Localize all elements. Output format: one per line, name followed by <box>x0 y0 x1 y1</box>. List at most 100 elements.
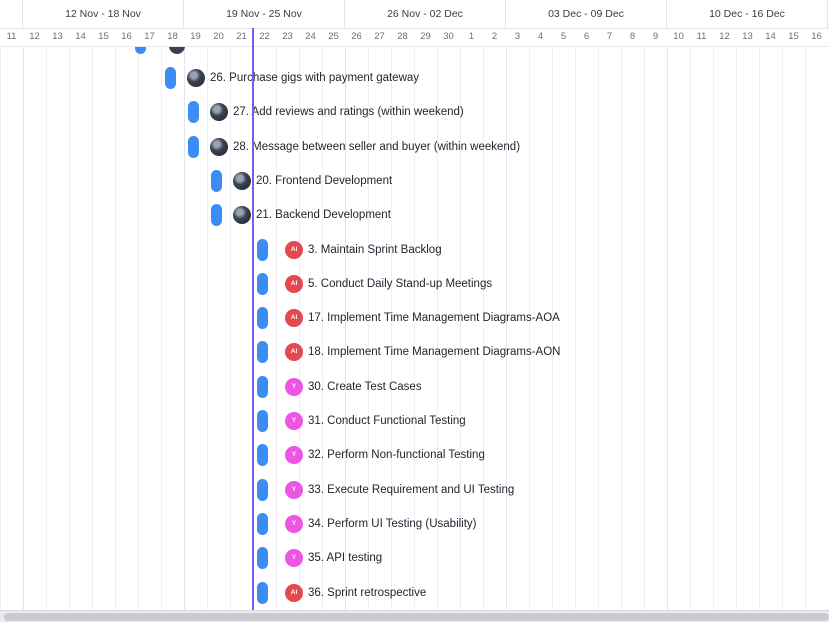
task-row: AI 3. Maintain Sprint Backlog <box>0 239 829 261</box>
assignee-avatar <box>210 138 228 156</box>
day-header: 1 <box>468 31 475 42</box>
task-label[interactable]: 28. Message between seller and buyer (wi… <box>233 136 520 158</box>
day-header: 27 <box>374 31 385 42</box>
task-bar[interactable] <box>257 444 268 466</box>
task-bar[interactable] <box>257 547 268 569</box>
task-row: Y 35. API testing <box>0 547 829 569</box>
task-label[interactable]: 30. Create Test Cases <box>308 376 422 398</box>
day-header: 11 <box>696 31 707 42</box>
week-header: 19 Nov - 25 Nov <box>184 0 345 28</box>
week-row: 12 Nov - 18 Nov 19 Nov - 25 Nov 26 Nov - 0… <box>0 0 829 29</box>
task-row: Y 32. Perform Non-functional Testing <box>0 444 829 466</box>
task-bar[interactable] <box>211 204 222 226</box>
task-label[interactable]: 3. Maintain Sprint Backlog <box>308 239 442 261</box>
task-bar[interactable] <box>257 513 268 535</box>
task-bar[interactable] <box>165 67 176 89</box>
day-header: 30 <box>443 31 454 42</box>
assignee-avatar: AI <box>285 275 303 293</box>
day-header: 21 <box>236 31 247 42</box>
task-bar[interactable] <box>257 239 268 261</box>
day-header: 17 <box>144 31 155 42</box>
assignee-avatar: AI <box>285 584 303 602</box>
day-header: 22 <box>259 31 270 42</box>
assignee-avatar <box>233 172 251 190</box>
task-label[interactable]: 34. Perform UI Testing (Usability) <box>308 513 477 535</box>
task-label[interactable]: 26. Purchase gigs with payment gateway <box>210 67 419 89</box>
task-label[interactable]: 36. Sprint retrospective <box>308 582 426 604</box>
day-header: 14 <box>765 31 776 42</box>
task-row: 21. Backend Development <box>0 204 829 226</box>
task-rows: 26. Purchase gigs with payment gateway 27… <box>0 0 829 622</box>
task-label[interactable]: 35. API testing <box>308 547 382 569</box>
day-header: 25 <box>328 31 339 42</box>
task-row: Y 30. Create Test Cases <box>0 376 829 398</box>
task-row: AI 18. Implement Time Management Diagrams… <box>0 341 829 363</box>
task-bar[interactable] <box>257 307 268 329</box>
day-header: 7 <box>606 31 613 42</box>
day-header: 24 <box>305 31 316 42</box>
day-header: 12 <box>29 31 40 42</box>
assignee-avatar <box>210 103 228 121</box>
week-header: 10 Dec - 16 Dec <box>667 0 828 28</box>
assignee-avatar: AI <box>285 343 303 361</box>
day-header: 13 <box>52 31 63 42</box>
assignee-avatar: AI <box>285 241 303 259</box>
task-bar[interactable] <box>188 136 199 158</box>
day-header: 6 <box>583 31 590 42</box>
day-header: 15 <box>788 31 799 42</box>
scrollbar-thumb[interactable] <box>4 613 829 621</box>
assignee-avatar: Y <box>285 515 303 533</box>
assignee-avatar: Y <box>285 481 303 499</box>
day-header: 11 <box>6 31 17 42</box>
task-bar[interactable] <box>257 479 268 501</box>
gantt-chart: 12 Nov - 18 Nov 19 Nov - 25 Nov 26 Nov - 0… <box>0 0 829 622</box>
task-bar[interactable] <box>135 46 146 54</box>
task-label[interactable]: 18. Implement Time Management Diagrams-A… <box>308 341 560 363</box>
day-header: 16 <box>811 31 822 42</box>
task-label[interactable]: 5. Conduct Daily Stand-up Meetings <box>308 273 492 295</box>
assignee-avatar <box>187 69 205 87</box>
task-bar[interactable] <box>188 101 199 123</box>
day-header: 18 <box>167 31 178 42</box>
day-header: 15 <box>98 31 109 42</box>
task-bar[interactable] <box>257 273 268 295</box>
task-bar[interactable] <box>211 170 222 192</box>
task-row: AI 17. Implement Time Management Diagrams… <box>0 307 829 329</box>
day-header: 26 <box>351 31 362 42</box>
horizontal-scrollbar[interactable] <box>0 610 829 622</box>
day-header: 2 <box>491 31 498 42</box>
day-header: 13 <box>742 31 753 42</box>
task-bar[interactable] <box>257 582 268 604</box>
task-label[interactable]: 32. Perform Non-functional Testing <box>308 444 485 466</box>
assignee-avatar: Y <box>285 446 303 464</box>
task-label[interactable]: 33. Execute Requirement and UI Testing <box>308 479 514 501</box>
assignee-avatar: AI <box>285 309 303 327</box>
task-bar[interactable] <box>257 376 268 398</box>
task-label[interactable]: 27. Add reviews and ratings (within week… <box>233 101 464 123</box>
task-label[interactable]: 31. Conduct Functional Testing <box>308 410 466 432</box>
day-header: 12 <box>719 31 730 42</box>
task-label[interactable]: 20. Frontend Development <box>256 170 392 192</box>
today-marker <box>252 28 254 610</box>
day-header: 16 <box>121 31 132 42</box>
task-row: 20. Frontend Development <box>0 170 829 192</box>
week-header: 12 Nov - 18 Nov <box>23 0 184 28</box>
day-header: 4 <box>537 31 544 42</box>
task-bar[interactable] <box>257 341 268 363</box>
task-row: 26. Purchase gigs with payment gateway <box>0 67 829 89</box>
week-header: 26 Nov - 02 Dec <box>345 0 506 28</box>
task-row: AI 5. Conduct Daily Stand-up Meetings <box>0 273 829 295</box>
task-label[interactable]: 17. Implement Time Management Diagrams-A… <box>308 307 560 329</box>
week-header: 03 Dec - 09 Dec <box>506 0 667 28</box>
day-header: 8 <box>629 31 636 42</box>
day-header: 23 <box>282 31 293 42</box>
task-bar[interactable] <box>257 410 268 432</box>
day-header: 9 <box>652 31 659 42</box>
task-label[interactable]: 21. Backend Development <box>256 204 391 226</box>
day-row: 11 12 13 14 15 16 17 18 19 20 21 22 23 24 25 26 27 28 29 30… <box>0 28 829 47</box>
task-row: 27. Add reviews and ratings (within week… <box>0 101 829 123</box>
week-header <box>0 0 23 28</box>
day-header: 29 <box>420 31 431 42</box>
task-row: 28. Message between seller and buyer (wi… <box>0 136 829 158</box>
task-row: Y 31. Conduct Functional Testing <box>0 410 829 432</box>
